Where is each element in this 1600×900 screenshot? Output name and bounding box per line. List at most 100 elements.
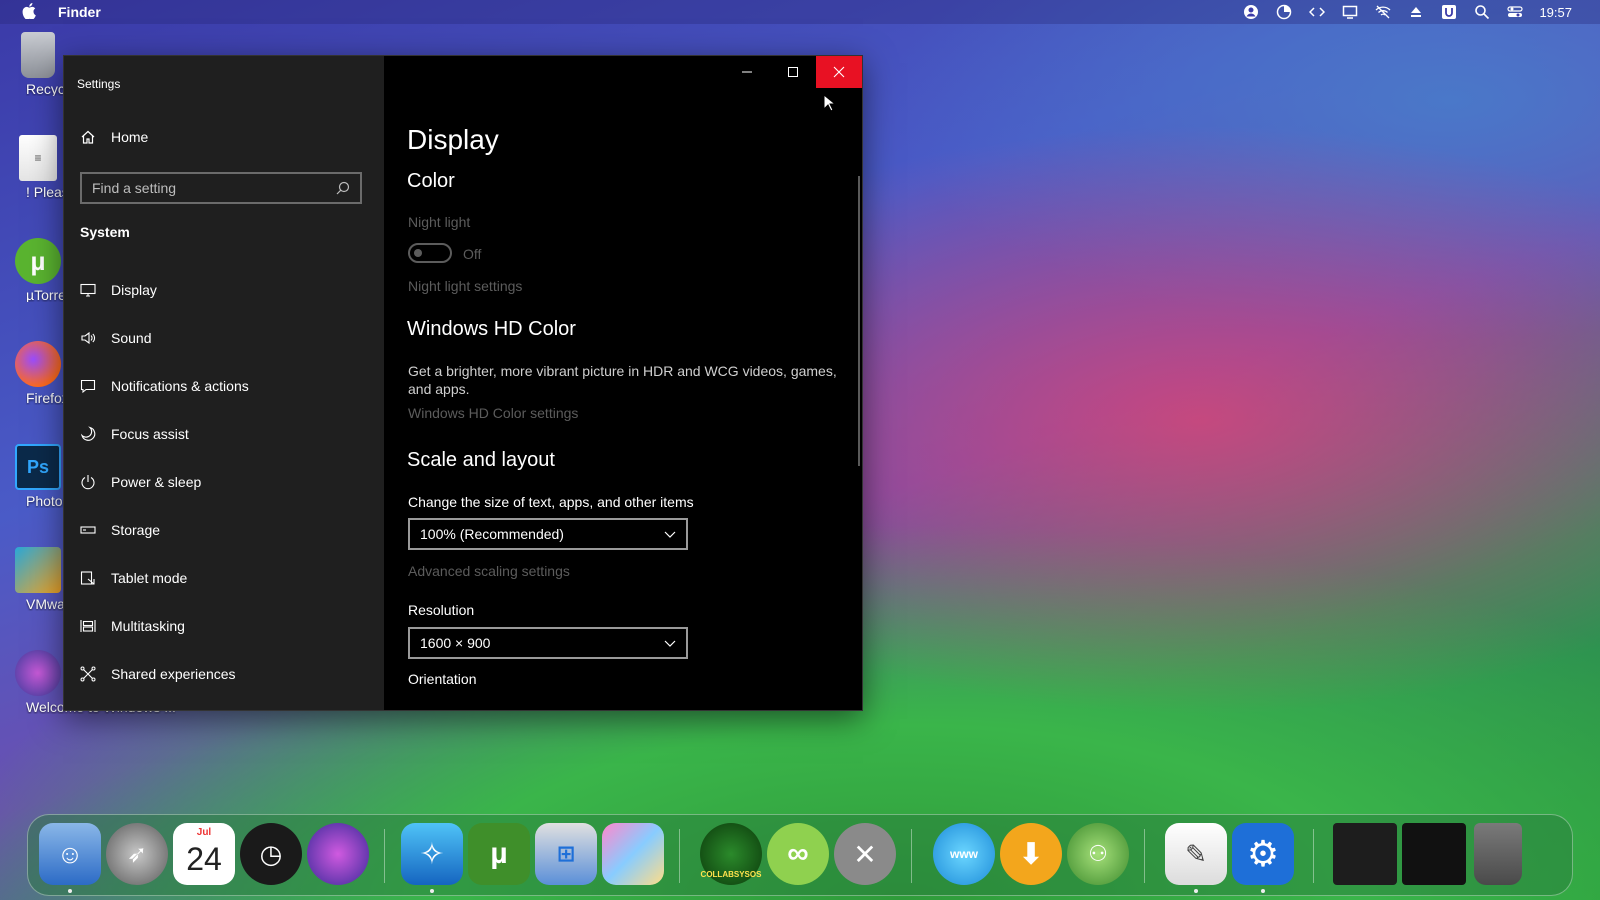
dock-separator [679,829,680,883]
home-link[interactable]: Home [80,129,148,145]
settings-sidebar: Settings Home System Display Sound Notif… [64,56,384,710]
apple-icon[interactable] [22,3,36,19]
moon-icon [80,426,96,441]
minimize-button[interactable] [724,56,770,88]
user-icon[interactable] [1242,4,1260,20]
monitor-icon [80,283,96,297]
dock-downloader[interactable]: ⬇ [1000,823,1062,885]
dock-collab[interactable]: COLLABSYSOS [700,823,762,885]
advanced-scaling-link[interactable]: Advanced scaling settings [408,563,570,579]
code-icon[interactable] [1308,4,1326,20]
sidebar-item-label: Focus assist [111,426,189,442]
gear-icon: ⚙ [1246,833,1280,874]
resolution-dropdown-value: 1600 × 900 [420,635,491,651]
chevron-down-icon [664,531,676,538]
maximize-button[interactable] [770,56,816,88]
dock-window-thumbnail-1[interactable] [1333,823,1397,885]
u-icon[interactable] [1440,4,1458,20]
sidebar-item-label: Tablet mode [111,570,188,586]
night-light-toggle[interactable] [408,243,452,263]
dock-network[interactable]: ⚇ [1067,823,1129,885]
dock-www[interactable]: www [933,823,995,885]
rocket-icon: ➶ [126,840,148,868]
find-setting-search[interactable] [80,172,362,204]
scale-label: Change the size of text, apps, and other… [408,494,694,510]
home-label: Home [111,129,149,145]
dock-parallels[interactable]: ⊞ [535,823,597,885]
sidebar-item-label: Sound [111,330,152,346]
globe-icon: www [949,847,978,861]
running-indicator [1194,889,1198,893]
orientation-label: Orientation [408,671,477,687]
sidebar-item-label: Multitasking [111,618,185,634]
dock-utorrent[interactable]: µ [468,823,530,885]
scale-dropdown-value: 100% (Recommended) [420,526,564,542]
sidebar-item-label: Storage [111,522,161,538]
hd-color-heading: Windows HD Color [407,318,576,340]
people-icon: ⚇ [1088,841,1108,866]
sidebar-item-shared-experiences[interactable]: Shared experiences [64,650,384,698]
utorrent-icon: µ [490,837,508,870]
dock-launchpad[interactable]: ➶ [106,823,168,885]
sidebar-item-label: Power & sleep [111,474,202,490]
sidebar-item-display[interactable]: Display [64,266,384,314]
sidebar-item-power-sleep[interactable]: Power & sleep [64,458,384,506]
control-center-icon[interactable] [1506,4,1524,20]
dock-preview[interactable] [602,823,664,885]
dock-settings[interactable]: ⚙ [1232,823,1294,885]
download-icon: ⬇ [1018,837,1044,871]
eject-icon[interactable] [1407,4,1425,20]
scale-dropdown[interactable]: 100% (Recommended) [408,518,688,550]
section-title: System [80,224,130,240]
sidebar-item-label: Shared experiences [111,666,236,682]
dock-separator [1144,829,1145,883]
dock-separator [911,829,912,883]
sidebar-item-notifications[interactable]: Notifications & actions [64,362,384,410]
menubar-clock[interactable]: 19:57 [1539,5,1572,20]
dock-trash[interactable] [1474,823,1522,885]
utorrent-icon: µ [15,238,61,284]
menubar-app-name[interactable]: Finder [58,4,101,20]
dock: ☺ ➶ Jul 24 ◷ ✧ µ ⊞ COLLABSYSOS ∞ ✕ www ⬇… [27,814,1573,896]
resolution-dropdown[interactable]: 1600 × 900 [408,627,688,659]
display-icon[interactable] [1341,4,1359,20]
close-button[interactable] [816,56,862,88]
dock-utilities[interactable]: ✕ [834,823,896,885]
dock-window-thumbnail-2[interactable] [1402,823,1466,885]
piechart-icon[interactable] [1275,4,1293,20]
dock-clock[interactable]: ◷ [240,823,302,885]
power-icon [81,475,95,490]
sidebar-item-multitasking[interactable]: Multitasking [64,602,384,650]
hd-color-settings-link[interactable]: Windows HD Color settings [408,405,578,421]
dock-welcome[interactable] [307,823,369,885]
chevron-down-icon [664,640,676,647]
sidebar-item-tablet-mode[interactable]: Tablet mode [64,554,384,602]
calendar-month: Jul [196,827,212,838]
search-input[interactable] [92,180,322,196]
night-light-settings-link[interactable]: Night light settings [408,278,522,294]
wifi-off-icon[interactable] [1374,4,1392,20]
sidebar-item-sound[interactable]: Sound [64,314,384,362]
minimize-icon [742,71,752,73]
dock-calendar[interactable]: Jul 24 [173,823,235,885]
search-icon[interactable] [1473,4,1491,20]
recycle-bin-icon [21,32,55,78]
welcome-icon [15,650,61,696]
dock-textedit[interactable]: ✎ [1165,823,1227,885]
clock-icon: ◷ [259,838,283,869]
page-title: Display [407,124,499,155]
dock-separator [384,829,385,883]
sidebar-item-focus-assist[interactable]: Focus assist [64,410,384,458]
search-icon[interactable] [336,181,350,195]
night-light-state: Off [463,246,482,262]
dock-finder[interactable]: ☺ [39,823,101,885]
status-area: 19:57 [1242,0,1600,24]
maximize-icon [788,67,798,77]
scrollbar[interactable] [858,176,860,466]
dock-link[interactable]: ∞ [767,823,829,885]
vmware-icon [15,547,61,593]
sidebar-item-storage[interactable]: Storage [64,506,384,554]
link-icon: ∞ [787,837,809,870]
close-icon [833,66,845,78]
dock-safari[interactable]: ✧ [401,823,463,885]
